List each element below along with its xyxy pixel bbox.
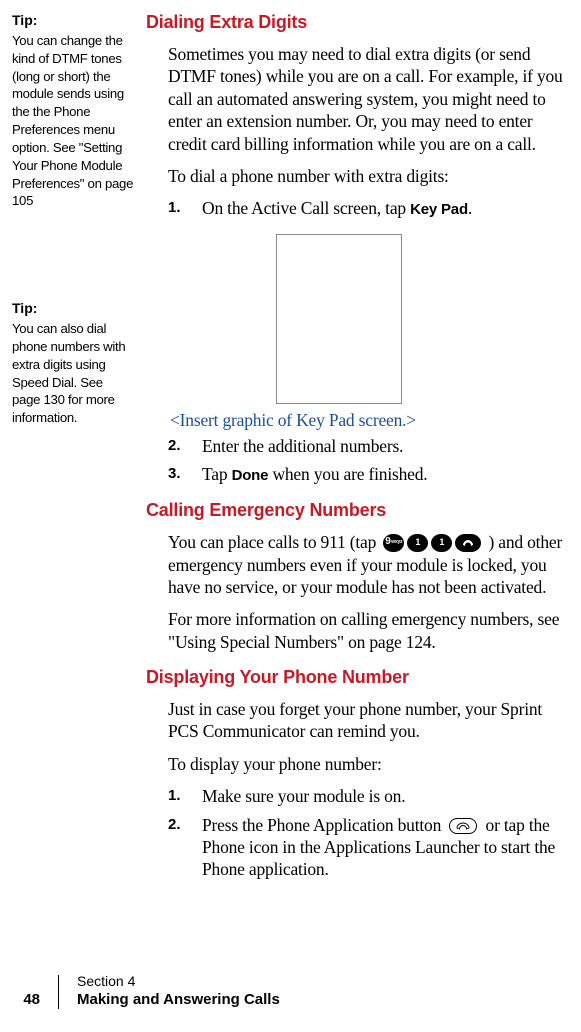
text: On the Active Call screen, tap bbox=[202, 198, 410, 218]
dial-key-1-icon: 1 bbox=[407, 534, 428, 552]
list-item: 2. Enter the additional numbers. bbox=[168, 435, 571, 457]
section-name: Making and Answering Calls bbox=[77, 991, 280, 1008]
insert-note: <Insert graphic of Key Pad screen.> bbox=[170, 410, 571, 431]
paragraph: To dial a phone number with extra digits… bbox=[168, 165, 571, 187]
tip-body: You can also dial phone numbers with ext… bbox=[12, 320, 134, 427]
text: You can place calls to 911 (tap bbox=[168, 532, 380, 552]
section-label: Section 4 bbox=[77, 973, 280, 989]
text: Tap bbox=[202, 464, 232, 484]
heading-calling-emergency-numbers: Calling Emergency Numbers bbox=[146, 500, 571, 521]
body-block: You can place calls to 911 (tap 9wxyz 1 … bbox=[146, 531, 571, 654]
list-number: 2. bbox=[168, 435, 190, 457]
page-footer: 48 Section 4 Making and Answering Calls bbox=[12, 973, 280, 1008]
list-text: Press the Phone Application button or ta… bbox=[202, 814, 571, 881]
paragraph: For more information on calling emergenc… bbox=[168, 608, 571, 653]
text: Press the Phone Application button bbox=[202, 815, 445, 835]
bold-text: Done bbox=[232, 467, 269, 484]
footer-text: Section 4 Making and Answering Calls bbox=[77, 973, 280, 1008]
tip-heading: Tip: bbox=[12, 300, 134, 316]
page: Tip: You can change the kind of DTMF ton… bbox=[0, 0, 581, 895]
list-text: Make sure your module is on. bbox=[202, 785, 571, 807]
tip-1: Tip: You can change the kind of DTMF ton… bbox=[12, 12, 134, 210]
phone-application-button-icon bbox=[449, 818, 477, 834]
text: 9 bbox=[385, 536, 390, 549]
text: wxyz bbox=[391, 540, 402, 545]
tip-2: Tip: You can also dial phone numbers wit… bbox=[12, 300, 134, 427]
list-text: Tap Done when you are finished. bbox=[202, 463, 571, 485]
paragraph: To display your phone number: bbox=[168, 753, 571, 775]
body-block: Just in case you forget your phone numbe… bbox=[146, 698, 571, 881]
list-number: 3. bbox=[168, 463, 190, 485]
paragraph: You can place calls to 911 (tap 9wxyz 1 … bbox=[168, 531, 571, 599]
text: . bbox=[468, 198, 472, 218]
sidebar: Tip: You can change the kind of DTMF ton… bbox=[0, 12, 140, 895]
body-block: 2. Enter the additional numbers. 3. Tap … bbox=[146, 435, 571, 486]
main-content: Dialing Extra Digits Sometimes you may n… bbox=[140, 12, 573, 895]
dial-icons: 9wxyz 1 1 bbox=[383, 534, 481, 552]
footer-separator bbox=[58, 975, 59, 1009]
paragraph: Sometimes you may need to dial extra dig… bbox=[168, 43, 571, 155]
image-placeholder bbox=[276, 234, 402, 404]
list-text: Enter the additional numbers. bbox=[202, 435, 571, 457]
paragraph: Just in case you forget your phone numbe… bbox=[168, 698, 571, 743]
dial-key-1-icon: 1 bbox=[431, 534, 452, 552]
tip-heading: Tip: bbox=[12, 12, 134, 28]
list-text: On the Active Call screen, tap Key Pad. bbox=[202, 197, 571, 219]
heading-dialing-extra-digits: Dialing Extra Digits bbox=[146, 12, 571, 33]
list-item: 2. Press the Phone Application button or… bbox=[168, 814, 571, 881]
list-item: 3. Tap Done when you are finished. bbox=[168, 463, 571, 485]
list-number: 1. bbox=[168, 197, 190, 219]
body-block: Sometimes you may need to dial extra dig… bbox=[146, 43, 571, 220]
bold-text: Key Pad bbox=[410, 201, 468, 218]
list-number: 1. bbox=[168, 785, 190, 807]
heading-displaying-your-phone-number: Displaying Your Phone Number bbox=[146, 667, 571, 688]
dial-key-talk-icon bbox=[455, 534, 481, 552]
tip-body: You can change the kind of DTMF tones (l… bbox=[12, 32, 134, 210]
list-item: 1. On the Active Call screen, tap Key Pa… bbox=[168, 197, 571, 219]
list-item: 1. Make sure your module is on. bbox=[168, 785, 571, 807]
dial-key-9-icon: 9wxyz bbox=[383, 534, 404, 552]
list-number: 2. bbox=[168, 814, 190, 881]
text: when you are finished. bbox=[268, 464, 427, 484]
page-number: 48 bbox=[12, 991, 40, 1008]
